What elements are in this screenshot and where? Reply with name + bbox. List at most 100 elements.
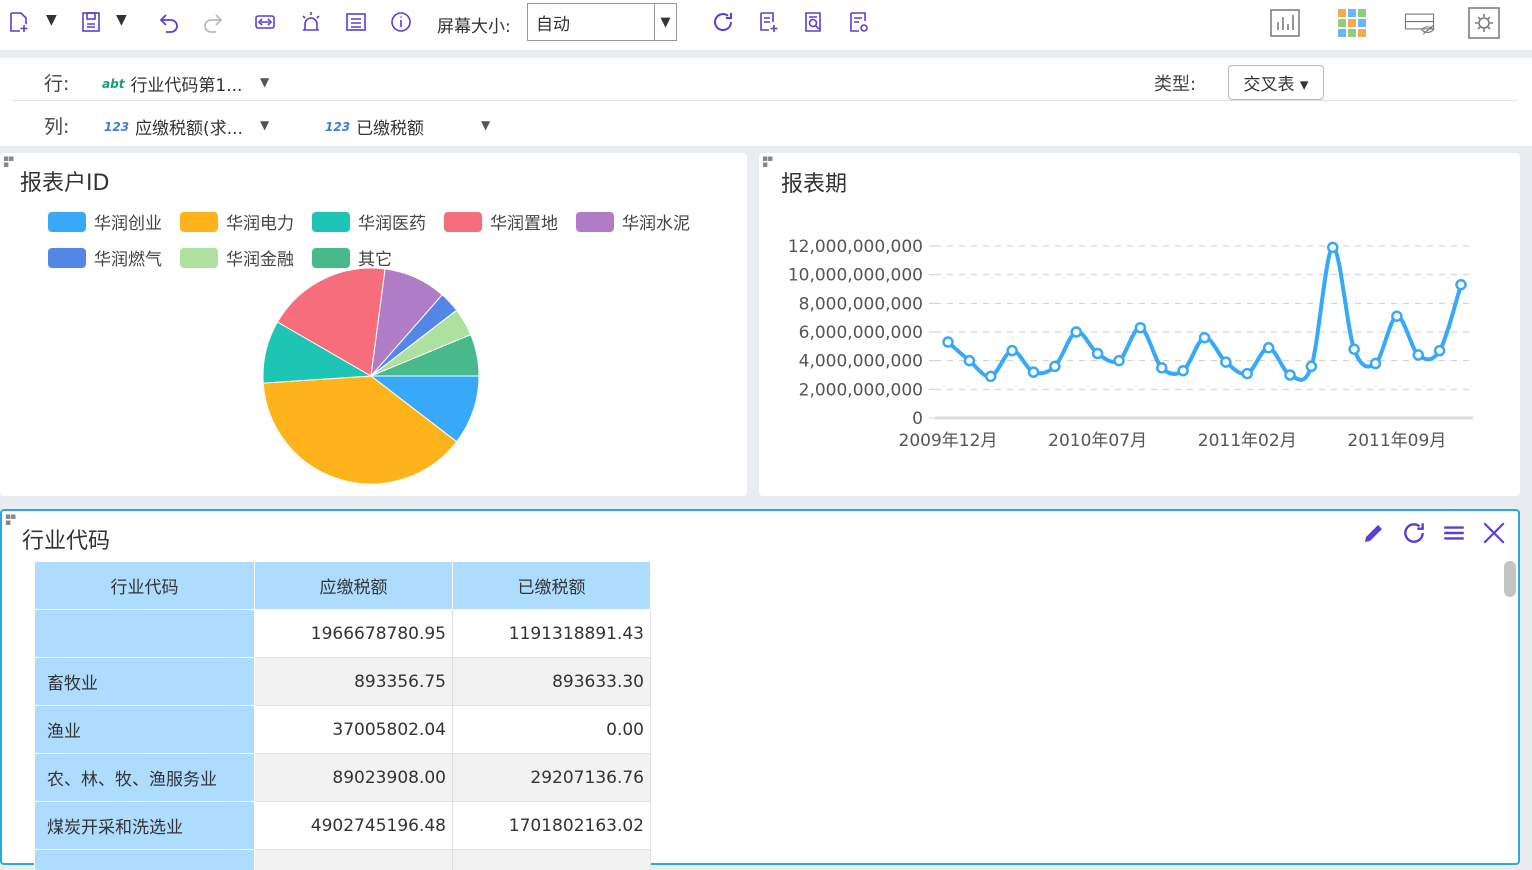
data-point[interactable] — [1241, 367, 1253, 380]
row-config: 行: abt 行业代码第1... ▼ 类型: 交叉表 ▾ — [12, 58, 1517, 101]
column-label: 列: — [44, 116, 70, 138]
x-tick-label: 2010年07月 — [1048, 431, 1147, 451]
column-header[interactable]: 应缴税额 — [254, 561, 453, 610]
row-label: 行: — [44, 73, 70, 95]
data-point[interactable] — [1027, 366, 1040, 378]
edit-icon[interactable] — [1360, 519, 1388, 547]
save-icon[interactable] — [76, 6, 106, 38]
line-panel: ▪▪ ▪ 报表期 0 2,000,000,000 4,000,000,000 6,000… — [759, 153, 1520, 496]
settings-report-icon[interactable] — [843, 6, 873, 38]
grid-view-icon[interactable] — [1333, 5, 1371, 41]
y-tick-label: 2,000,000,000 — [799, 380, 923, 400]
hide-view-icon[interactable] — [1398, 5, 1444, 41]
number-type-icon: 123 — [104, 119, 130, 134]
toolbar: ▼ ▼ 屏幕大小: 自动 ▼ — [0, 0, 1532, 50]
data-point[interactable] — [1006, 344, 1018, 357]
value-cell: 893633.30 — [452, 657, 651, 706]
alarm-icon[interactable] — [296, 6, 326, 38]
chevron-down-icon[interactable]: ▼ — [654, 4, 676, 40]
table-row[interactable]: 1966678780.95 1191318891.43 — [34, 609, 651, 658]
data-point[interactable] — [1348, 343, 1360, 355]
data-point[interactable] — [1198, 331, 1211, 344]
data-point[interactable] — [1305, 360, 1318, 373]
data-point[interactable] — [1177, 364, 1189, 377]
save-dropdown-caret[interactable]: ▼ — [116, 12, 127, 28]
y-tick-label: 0 — [912, 409, 923, 429]
panel-tools — [1360, 519, 1508, 547]
type-label: 类型: — [1154, 74, 1197, 95]
data-point[interactable] — [1433, 344, 1446, 357]
series-line — [946, 245, 1463, 382]
table-panel-title: 行业代码 — [22, 529, 111, 554]
row-field-label: 行业代码第1... — [130, 76, 243, 96]
value-cell: 1701802163.02 — [452, 801, 651, 850]
gear-icon[interactable] — [1465, 5, 1503, 41]
data-point[interactable] — [1220, 356, 1232, 368]
table-row[interactable]: 畜牧业 893356.75 893633.30 — [34, 657, 651, 706]
chevron-down-icon[interactable]: ▼ — [481, 118, 490, 132]
table-row[interactable]: 煤炭开采和洗选业 4902745196.48 1701802163.02 — [34, 801, 651, 850]
type-select[interactable]: 交叉表 ▾ — [1228, 65, 1324, 100]
data-point[interactable] — [1113, 354, 1125, 367]
row-field[interactable]: abt 行业代码第1... ▼ — [102, 71, 269, 96]
value-cell: 29207136.76 — [452, 753, 651, 802]
screen-size-select[interactable]: 自动 ▼ — [527, 3, 677, 41]
data-point[interactable] — [1327, 241, 1339, 254]
data-point[interactable] — [1455, 278, 1467, 291]
screen-size-label: 屏幕大小: — [437, 17, 511, 37]
refresh-icon[interactable] — [708, 6, 738, 38]
data-point[interactable] — [985, 370, 997, 383]
data-point[interactable] — [1412, 349, 1424, 361]
column-field-1[interactable]: 123 应缴税额(求... ▼ — [104, 114, 269, 139]
redo-icon[interactable] — [198, 6, 228, 38]
preview-icon[interactable] — [798, 6, 828, 38]
info-icon[interactable] — [386, 6, 416, 38]
column-field-1-label: 应缴税额(求... — [135, 119, 243, 139]
x-tick-label: 2009年12月 — [899, 431, 998, 451]
value-cell: 1191318891.43 — [452, 609, 651, 658]
pie-chart — [262, 267, 480, 485]
data-point[interactable] — [1070, 326, 1082, 338]
table-row[interactable]: 农、林、牧、渔服务业 89023908.00 29207136.76 — [34, 753, 651, 802]
row-header-cell: 煤炭开采和洗选业 — [34, 801, 255, 850]
data-point[interactable] — [1391, 310, 1403, 322]
column-header[interactable]: 行业代码 — [34, 561, 255, 610]
new-icon[interactable] — [4, 6, 34, 38]
undo-icon[interactable] — [154, 6, 184, 38]
data-point[interactable] — [963, 354, 976, 367]
scrollbar[interactable] — [1504, 561, 1516, 597]
table-row[interactable] — [34, 849, 651, 870]
menu-icon[interactable] — [1440, 519, 1468, 547]
y-tick-label: 6,000,000,000 — [799, 323, 923, 343]
field-config: 行: abt 行业代码第1... ▼ 类型: 交叉表 ▾ 列: 123 应缴税额… — [0, 58, 1532, 146]
data-point[interactable] — [1049, 360, 1061, 373]
column-field-2[interactable]: 123 已缴税额 ▼ — [325, 114, 490, 139]
data-point[interactable] — [1134, 321, 1147, 334]
screen-size-value: 自动 — [536, 14, 570, 35]
new-dropdown-caret[interactable]: ▼ — [46, 12, 57, 28]
drag-handle-icon[interactable]: ▪▪ ▪ — [5, 513, 16, 528]
x-tick-label: 2011年09月 — [1347, 431, 1446, 451]
data-point[interactable] — [942, 336, 954, 348]
chevron-down-icon[interactable]: ▼ — [260, 75, 269, 89]
value-cell: 893356.75 — [254, 657, 453, 706]
close-icon[interactable] — [1480, 519, 1508, 547]
add-report-icon[interactable] — [753, 6, 783, 38]
column-header[interactable]: 已缴税额 — [452, 561, 651, 610]
list-icon[interactable] — [341, 6, 371, 38]
data-point[interactable] — [1091, 347, 1104, 360]
refresh-icon[interactable] — [1400, 519, 1428, 547]
table-row[interactable]: 渔业 37005802.04 0.00 — [34, 705, 651, 754]
data-point[interactable] — [1284, 369, 1296, 381]
data-point[interactable] — [1156, 362, 1168, 374]
link-icon[interactable] — [250, 6, 280, 38]
table-panel: ▪▪ ▪ 行业代码 行业代码 应缴税额 已缴税额 1966678780.95 119… — [0, 509, 1520, 870]
x-tick-label: 2011年02月 — [1198, 431, 1297, 451]
chart-view-icon[interactable] — [1266, 5, 1304, 41]
row-header-cell: 渔业 — [34, 705, 255, 754]
y-tick-label: 4,000,000,000 — [799, 352, 923, 372]
y-tick-label: 8,000,000,000 — [799, 294, 923, 314]
chevron-down-icon[interactable]: ▼ — [260, 118, 269, 132]
data-point[interactable] — [1369, 357, 1382, 370]
data-point[interactable] — [1262, 342, 1275, 354]
